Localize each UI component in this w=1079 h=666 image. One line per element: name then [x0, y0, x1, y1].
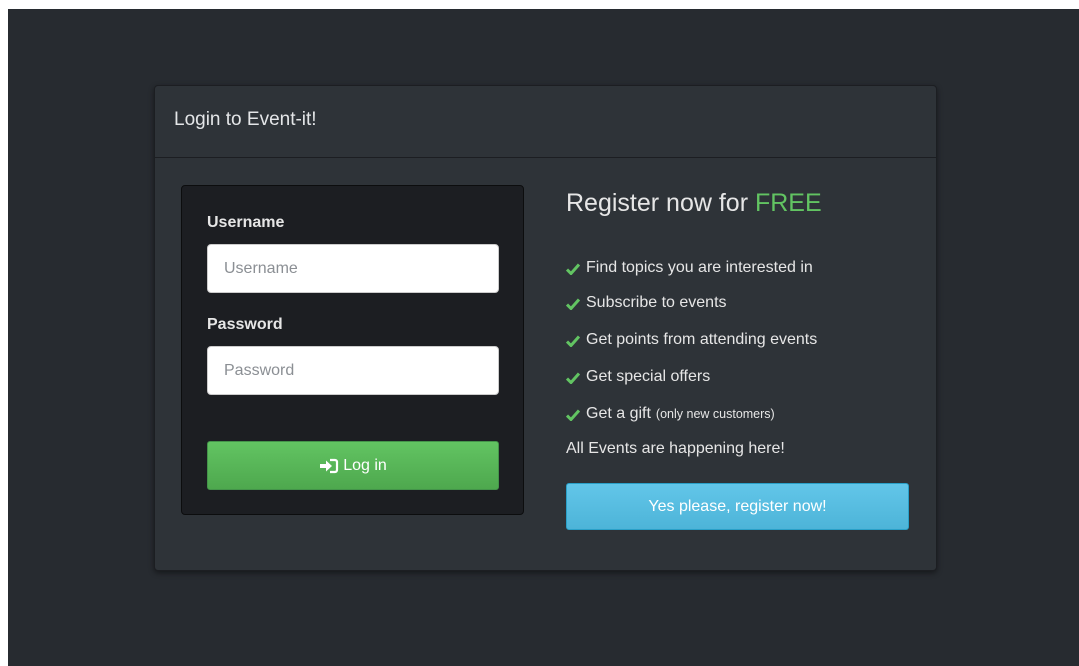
- benefit-item: Get special offers: [565, 368, 711, 386]
- check-icon: [565, 371, 581, 385]
- register-title-prefix: Register now for: [566, 189, 749, 217]
- benefit-item: Find topics you are interested in: [565, 259, 813, 277]
- login-form: Username Password Log in: [181, 185, 524, 515]
- tagline: All Events are happening here!: [566, 440, 785, 457]
- check-icon: [565, 297, 581, 311]
- check-icon: [565, 408, 581, 422]
- register-title-highlight: FREE: [754, 189, 822, 217]
- benefit-text: Find topics you are interested in: [586, 259, 813, 276]
- log-in-icon: [319, 458, 339, 474]
- benefit-note: (only new customers): [655, 407, 775, 421]
- panel-heading: Login to Event-it!: [155, 86, 936, 158]
- benefit-text: Get special offers: [586, 368, 711, 385]
- benefit-item: Get a gift (only new customers): [565, 405, 775, 423]
- register-button[interactable]: Yes please, register now!: [566, 483, 909, 530]
- register-button-label: Yes please, register now!: [648, 497, 827, 515]
- username-label: Username: [207, 214, 285, 231]
- login-panel: Login to Event-it! Username Password Log…: [154, 85, 937, 571]
- benefit-item: Subscribe to events: [565, 294, 727, 312]
- benefit-text: Subscribe to events: [586, 294, 727, 311]
- password-input[interactable]: [207, 346, 499, 395]
- password-label: Password: [207, 316, 283, 333]
- benefit-item: Get points from attending events: [565, 331, 818, 349]
- benefit-text: Get a gift: [586, 405, 651, 422]
- benefit-text: Get points from attending events: [586, 331, 818, 348]
- register-title: Register now for FREE: [566, 189, 822, 218]
- check-icon: [565, 262, 581, 276]
- panel-title: Login to Event-it!: [174, 109, 317, 130]
- username-input[interactable]: [207, 244, 499, 293]
- login-button-label: Log in: [343, 456, 387, 474]
- login-button[interactable]: Log in: [207, 441, 499, 490]
- check-icon: [565, 334, 581, 348]
